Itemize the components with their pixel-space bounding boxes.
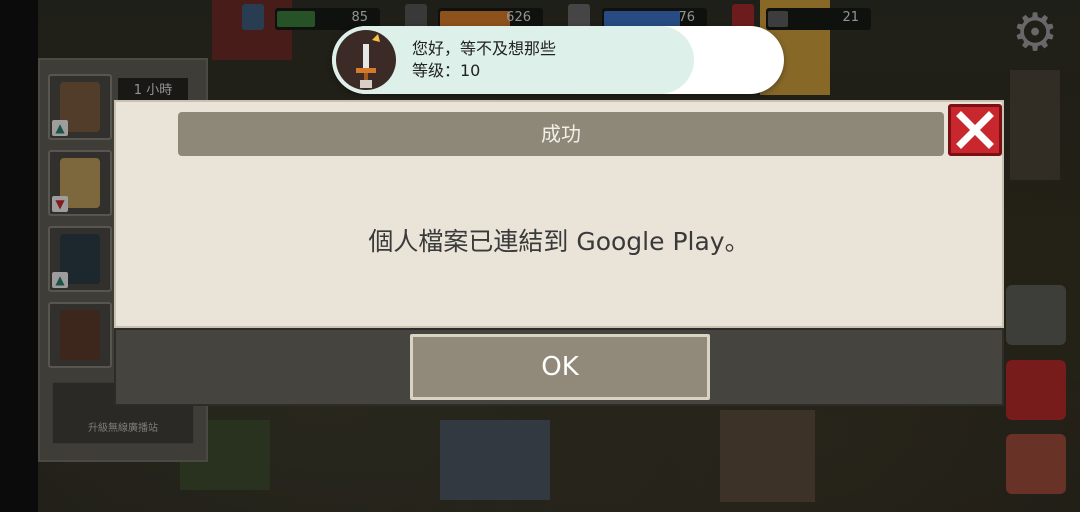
dialog-body: 成功 個人檔案已連結到 Google Play。 (114, 100, 1004, 328)
achievement-toast: 您好，等不及想那些 等级：10 (332, 26, 784, 94)
sword-graphic (356, 34, 380, 88)
dialog-title: 成功 (178, 112, 944, 156)
toast-greeting: 您好，等不及想那些 (412, 39, 557, 58)
success-dialog: 成功 個人檔案已連結到 Google Play。 OK (114, 100, 1004, 406)
close-button[interactable] (948, 104, 1002, 156)
close-icon (956, 111, 994, 149)
sword-icon (336, 30, 396, 90)
ok-button[interactable]: OK (410, 334, 710, 400)
toast-text: 您好，等不及想那些 等级：10 (412, 38, 556, 82)
dialog-message: 個人檔案已連結到 Google Play。 (368, 227, 750, 256)
toast-level: 等级：10 (412, 61, 481, 80)
dialog-footer: OK (114, 328, 1004, 406)
